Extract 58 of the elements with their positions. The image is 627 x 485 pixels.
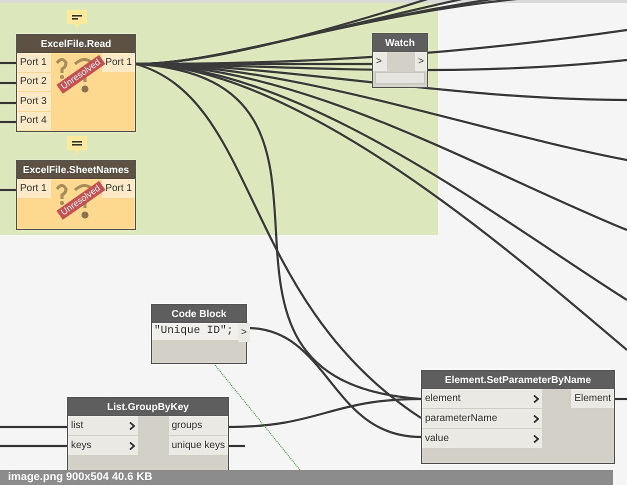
- port-label: >: [376, 55, 382, 69]
- wire: [0, 62, 16, 64]
- port-label: parameterName: [425, 412, 498, 426]
- output-port[interactable]: unique keys: [168, 436, 228, 455]
- input-port[interactable]: value: [422, 429, 542, 448]
- input-port[interactable]: element: [422, 389, 542, 408]
- wire: [0, 120, 16, 124]
- node-card[interactable]: Watch > >: [372, 33, 428, 88]
- wire: [615, 398, 627, 400]
- input-port[interactable]: Port 1: [17, 53, 51, 72]
- port-label: keys: [71, 439, 92, 453]
- input-port[interactable]: list: [68, 416, 138, 435]
- output-port[interactable]: Element: [571, 389, 614, 408]
- output-port[interactable]: >: [238, 323, 250, 342]
- wire: [0, 444, 67, 448]
- input-port[interactable]: Port 2: [17, 72, 51, 91]
- note-icon[interactable]: [67, 136, 87, 156]
- port-label: Port 1: [20, 182, 47, 196]
- node-title: Watch: [373, 34, 427, 52]
- input-port[interactable]: keys: [68, 436, 138, 455]
- node-title: Code Block: [152, 305, 246, 323]
- input-port[interactable]: Port 1: [17, 179, 51, 198]
- node-card[interactable]: Code Block "Unique ID"; >: [151, 304, 247, 364]
- input-port[interactable]: Port 4: [17, 112, 51, 130]
- image-caption-bar: image.png 900x504 40.6 KB: [0, 470, 613, 485]
- chevron-icon: [533, 394, 539, 402]
- node-title: Element.SetParameterByName: [422, 371, 614, 389]
- output-port[interactable]: >: [415, 52, 427, 71]
- wire: [0, 82, 16, 84]
- port-label: list: [71, 419, 84, 433]
- node-title: ExcelFile.Read: [17, 35, 135, 53]
- output-port[interactable]: Port 1: [102, 53, 135, 72]
- output-port[interactable]: groups: [168, 416, 228, 435]
- port-label: Port 4: [20, 114, 47, 128]
- chevron-icon: [129, 442, 135, 450]
- code-field[interactable]: "Unique ID";: [152, 323, 238, 340]
- node-card[interactable]: List.GroupByKey list keys groups unique keys: [67, 397, 229, 471]
- port-label: Port 3: [20, 94, 47, 109]
- port-label: Port 1: [20, 56, 47, 70]
- watch-display: [375, 72, 425, 84]
- node-card[interactable]: Element.SetParameterByName element parameterName value Element: [421, 370, 615, 464]
- port-label: value: [425, 432, 449, 446]
- chevron-icon: [129, 422, 135, 430]
- chevron-icon: [533, 414, 539, 422]
- note-icon[interactable]: [67, 10, 87, 30]
- chevron-icon: [533, 434, 539, 442]
- input-port[interactable]: parameterName: [422, 409, 542, 428]
- wire: [0, 188, 16, 192]
- port-label: element: [425, 392, 461, 406]
- output-port[interactable]: Port 1: [102, 179, 135, 198]
- input-port[interactable]: Port 3: [17, 92, 51, 110]
- wire: [0, 426, 67, 428]
- node-title: ExcelFile.SheetNames: [17, 161, 135, 179]
- input-port[interactable]: >: [373, 52, 387, 71]
- node-title: List.GroupByKey: [68, 398, 228, 416]
- wire: [0, 102, 16, 104]
- wire: [229, 444, 245, 448]
- port-label: Port 2: [20, 75, 47, 90]
